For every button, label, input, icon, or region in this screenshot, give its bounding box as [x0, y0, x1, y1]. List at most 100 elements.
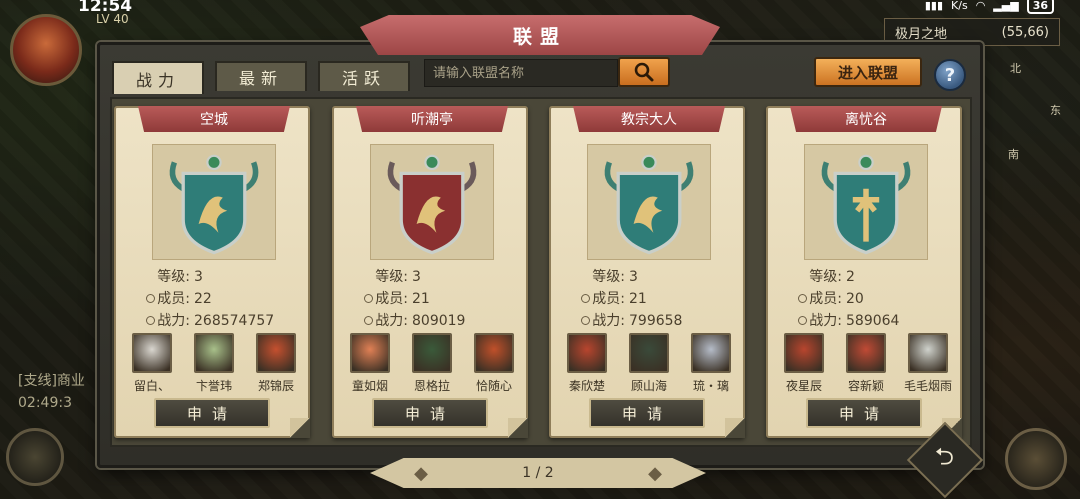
tab-newest[interactable]: 最新	[215, 61, 307, 91]
player-level: LV 40	[96, 12, 129, 26]
left-menu-button[interactable]	[6, 428, 64, 486]
members-icon	[364, 294, 374, 303]
return-arrow-icon: ⮌	[935, 442, 955, 471]
member-name: 郑锦辰	[257, 379, 294, 393]
chat-line: 02:49:3	[18, 395, 72, 411]
member-avatar	[132, 333, 172, 373]
member-name: 毛毛烟雨	[903, 379, 952, 393]
member-name: 顾山海	[630, 379, 667, 393]
search-input[interactable]	[424, 59, 618, 87]
signal-bars-icon: ▂▄▆	[993, 0, 1019, 12]
alliance-crest-icon	[821, 154, 911, 255]
alliance-card[interactable]: 听潮亭 等级: 3 成员: 21 战力: 809019 童如烟 恩格拉 恰随心 申请	[332, 106, 528, 438]
search-button[interactable]	[618, 57, 670, 87]
member-item[interactable]: 顾山海	[619, 333, 679, 394]
alliance-power: 268574757	[194, 313, 275, 329]
member-item[interactable]: 郑锦辰	[246, 333, 306, 394]
level-label: 等级:	[592, 269, 625, 285]
member-item[interactable]: 卞誉玮	[184, 333, 244, 394]
alliance-card[interactable]: 离忧谷 等级: 2 成员: 20 战力: 589064 夜星辰 容新颖 毛毛烟雨 申请	[766, 106, 962, 438]
compass-east: 东	[1050, 104, 1061, 117]
alliance-crest-icon	[604, 154, 694, 255]
member-avatar	[412, 333, 452, 373]
member-avatar	[846, 333, 886, 373]
member-item[interactable]: 容新颖	[836, 333, 896, 394]
member-item[interactable]: 恰随心	[464, 333, 524, 394]
chat-line: [支线]商业	[18, 373, 85, 389]
alliance-crest	[587, 144, 711, 260]
power-label: 战力:	[809, 313, 842, 329]
compass-north: 北	[1010, 62, 1021, 75]
member-avatar	[691, 333, 731, 373]
alliance-stats: 等级: 3 成员: 22 战力: 268574757	[138, 266, 308, 332]
alliance-name: 教宗大人	[573, 106, 725, 132]
power-label: 战力:	[157, 313, 190, 329]
apply-button[interactable]: 申请	[154, 398, 270, 428]
members-icon	[146, 294, 156, 303]
level-label: 等级:	[809, 269, 842, 285]
alliance-stats: 等级: 2 成员: 20 战力: 589064	[790, 266, 960, 332]
member-name: 卞誉玮	[195, 379, 232, 393]
power-label: 战力:	[375, 313, 408, 329]
member-name: 恩格拉	[413, 379, 450, 393]
wifi-icon: ◠	[975, 0, 986, 12]
alliance-name: 离忧谷	[790, 106, 942, 132]
alliance-power: 799658	[629, 313, 683, 329]
location-name: 极月之地	[895, 26, 948, 42]
alliance-members: 21	[412, 291, 430, 307]
alliance-level: 3	[412, 269, 421, 285]
apply-button[interactable]: 申请	[372, 398, 488, 428]
member-avatar	[256, 333, 296, 373]
member-item[interactable]: 秦欣楚	[557, 333, 617, 394]
alliance-members: 21	[629, 291, 647, 307]
member-avatar	[784, 333, 824, 373]
help-button[interactable]: ?	[934, 59, 966, 91]
alliance-crest	[152, 144, 276, 260]
member-item[interactable]: 琉・璃	[681, 333, 741, 394]
apply-button[interactable]: 申请	[806, 398, 922, 428]
chat-log[interactable]: [支线]商业 02:49:3	[18, 370, 108, 414]
member-item[interactable]: 童如烟	[340, 333, 400, 394]
member-avatar	[629, 333, 669, 373]
member-name: 容新颖	[847, 379, 884, 393]
member-item[interactable]: 恩格拉	[402, 333, 462, 394]
member-item[interactable]: 毛毛烟雨	[898, 333, 958, 394]
members-icon	[581, 294, 591, 303]
alliance-level: 3	[194, 269, 203, 285]
power-icon	[364, 316, 374, 325]
power-icon	[798, 316, 808, 325]
member-item[interactable]: 留白、	[122, 333, 182, 394]
apply-button[interactable]: 申请	[589, 398, 705, 428]
member-name: 恰随心	[475, 379, 512, 393]
member-avatar	[474, 333, 514, 373]
alliance-stats: 等级: 3 成员: 21 战力: 799658	[573, 266, 743, 332]
member-avatar	[567, 333, 607, 373]
panel-title: 联盟	[360, 15, 720, 55]
member-name: 童如烟	[351, 379, 388, 393]
member-list: 童如烟 恩格拉 恰随心	[340, 333, 524, 394]
member-name: 留白、	[133, 379, 170, 393]
alliance-name: 听潮亭	[356, 106, 508, 132]
power-label: 战力:	[592, 313, 625, 329]
members-label: 成员:	[809, 291, 842, 307]
member-avatar	[194, 333, 234, 373]
join-alliance-button[interactable]: 进入联盟	[814, 57, 922, 87]
alliance-card[interactable]: 空城 等级: 3 成员: 22 战力: 268574757 留白、 卞誉玮 郑锦辰 申…	[114, 106, 310, 438]
alliance-crest	[370, 144, 494, 260]
compass: 北 东 南	[990, 60, 1061, 170]
member-list: 夜星辰 容新颖 毛毛烟雨	[774, 333, 958, 394]
tab-active[interactable]: 活跃	[318, 61, 410, 91]
alliance-members: 22	[194, 291, 212, 307]
tab-power[interactable]: 战力	[112, 61, 204, 94]
members-label: 成员:	[592, 291, 625, 307]
member-avatar	[908, 333, 948, 373]
status-bar-right: ▮▮▮ K/s ◠ ▂▄▆ 36	[925, 0, 1054, 14]
next-page-button[interactable]: ◆	[640, 460, 670, 486]
member-list: 留白、 卞誉玮 郑锦辰	[122, 333, 306, 394]
member-item[interactable]: 夜星辰	[774, 333, 834, 394]
alliance-card[interactable]: 教宗大人 等级: 3 成员: 21 战力: 799658 秦欣楚 顾山海 琉・璃 申请	[549, 106, 745, 438]
prev-page-button[interactable]: ◆	[406, 460, 436, 486]
city-button[interactable]	[1005, 428, 1067, 490]
members-label: 成员:	[375, 291, 408, 307]
player-avatar[interactable]	[10, 14, 82, 86]
